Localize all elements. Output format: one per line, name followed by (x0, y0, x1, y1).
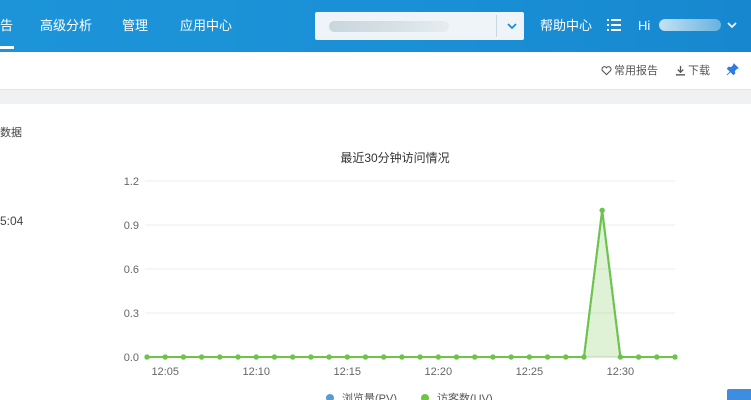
data-point (180, 354, 187, 360)
data-point (217, 354, 223, 360)
data-point (162, 354, 168, 360)
data-point (453, 354, 460, 360)
favorites-reports-button[interactable]: 常用报告 (601, 52, 658, 90)
y-tick-label: 1.2 (124, 176, 139, 188)
data-point (508, 354, 514, 360)
download-icon (675, 65, 686, 76)
heart-icon (601, 66, 612, 76)
data-point (290, 354, 296, 360)
data-point (599, 207, 605, 213)
data-point (417, 354, 423, 360)
legend-marker (421, 394, 429, 400)
y-tick-label: 0.3 (124, 308, 139, 320)
legend-label: 访客数(UV) (437, 391, 493, 400)
floating-tab[interactable] (727, 389, 751, 400)
data-point (381, 354, 387, 360)
data-point (362, 354, 369, 360)
x-tick-label: 12:15 (334, 366, 362, 378)
data-point (308, 354, 314, 360)
data-point (271, 354, 278, 360)
data-point (235, 354, 241, 360)
chart-title: 最近30分钟访问情况 (340, 150, 449, 165)
data-point (581, 354, 587, 360)
legend-label: 浏览量(PV) (342, 391, 397, 400)
y-tick-label: 0.9 (124, 220, 139, 232)
x-tick-label: 12:30 (607, 366, 635, 378)
report-toolbar: 常用报告 下载 (0, 52, 751, 90)
data-point (490, 354, 496, 360)
nav-item-reports[interactable]: 告 (0, 0, 13, 52)
selector-divider (496, 15, 497, 37)
user-greeting[interactable]: Hi (638, 0, 650, 52)
help-center-link[interactable]: 帮助中心 (540, 0, 592, 52)
nav-item-app-center[interactable]: 应用中心 (180, 0, 232, 52)
x-tick-label: 12:10 (242, 366, 270, 378)
pin-icon[interactable] (726, 52, 741, 90)
download-button[interactable]: 下载 (675, 52, 710, 90)
data-point (253, 354, 259, 360)
site-name-redacted (329, 21, 449, 32)
x-tick-label: 12:05 (151, 366, 179, 378)
data-point (654, 354, 660, 360)
nav-active-indicator (0, 46, 14, 49)
data-point (399, 354, 405, 360)
list-menu-icon[interactable] (607, 18, 621, 32)
data-point (526, 354, 532, 360)
data-point (544, 354, 551, 360)
y-tick-label: 0.6 (124, 264, 139, 276)
username-redacted (659, 19, 721, 31)
data-point (326, 354, 332, 360)
y-tick-label: 0.0 (124, 352, 139, 364)
favorites-label: 常用报告 (614, 65, 658, 77)
data-point (617, 354, 623, 360)
nav-item-advanced-analysis[interactable]: 高级分析 (40, 0, 92, 52)
data-point (635, 354, 642, 360)
legend-marker (326, 394, 334, 400)
data-point (672, 354, 678, 360)
user-menu-caret-icon[interactable] (725, 18, 739, 32)
download-label: 下载 (688, 65, 710, 77)
x-tick-label: 12:20 (425, 366, 453, 378)
data-point (563, 354, 569, 360)
uv-area-fill (147, 210, 675, 357)
visits-chart: 最近30分钟访问情况 0.0 0.3 0.6 0.9 1.2 12:05 12:10 12:15… (124, 150, 678, 400)
data-point (199, 354, 205, 360)
x-tick-label: 12:25 (516, 366, 544, 378)
top-nav-bar: 告 高级分析 管理 应用中心 帮助中心 Hi (0, 0, 751, 52)
chevron-down-icon[interactable] (502, 12, 522, 40)
data-point (144, 354, 150, 360)
data-point (344, 354, 350, 360)
data-point (435, 354, 441, 360)
realtime-panel: 数据 5:04 最近30分钟访问情况 0.0 0.3 0.6 0.9 1.2 12:05 12… (0, 104, 751, 400)
data-point (472, 354, 478, 360)
nav-item-manage[interactable]: 管理 (122, 0, 148, 52)
site-selector[interactable] (315, 12, 524, 40)
